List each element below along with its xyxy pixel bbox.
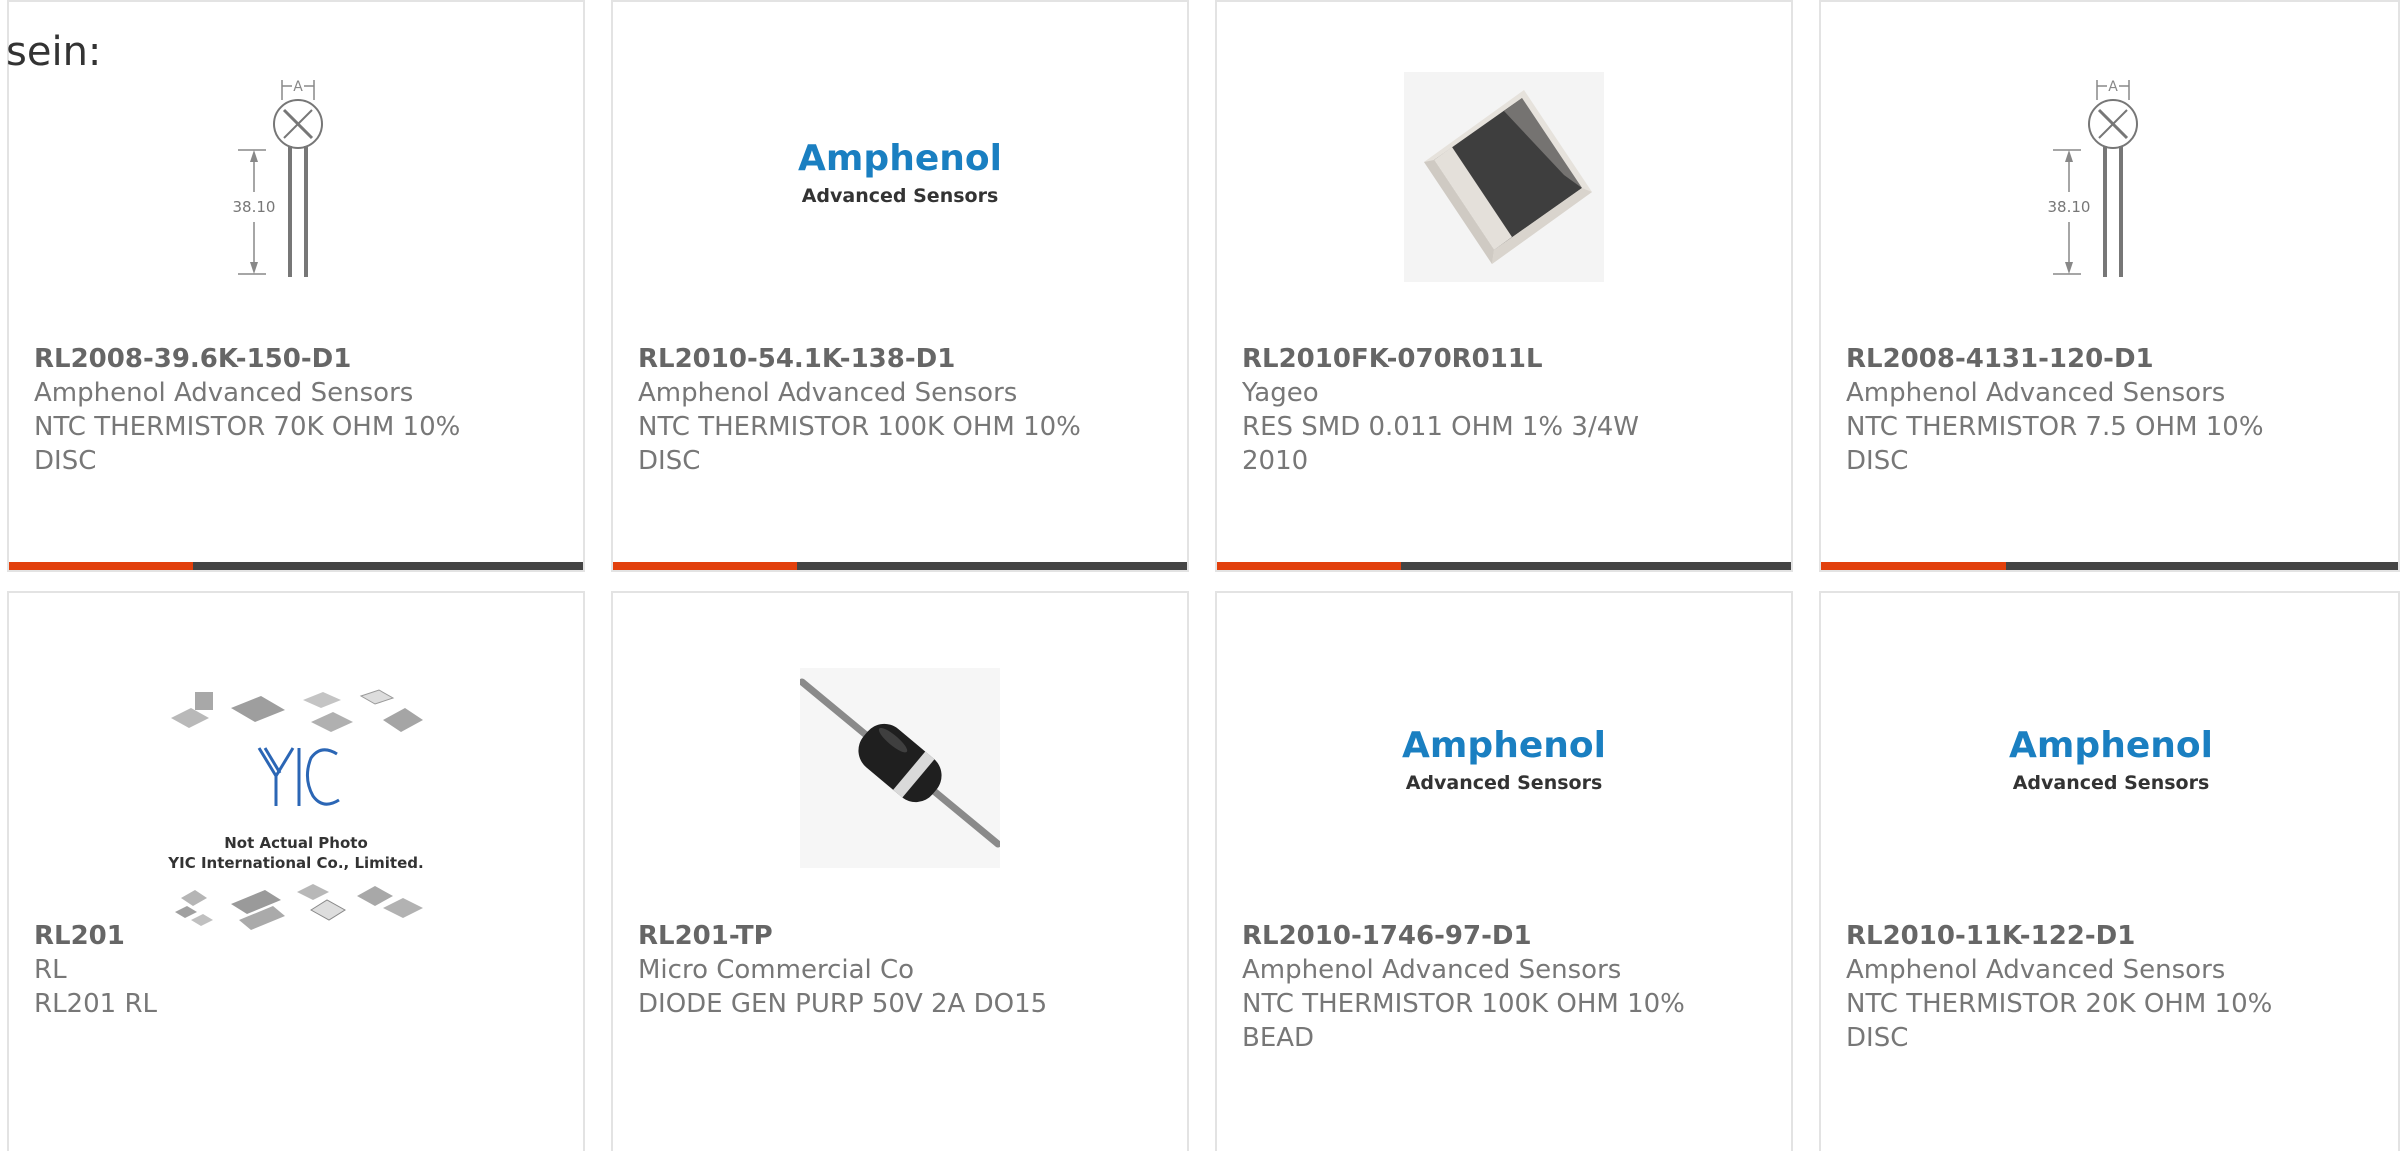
product-description: NTC THERMISTOR 100K OHM 10% DISC xyxy=(638,412,1081,476)
manufacturer-name: RL xyxy=(34,955,67,985)
axial-diode-icon xyxy=(800,668,1000,868)
svg-text:38.10: 38.10 xyxy=(2048,198,2091,216)
product-description: RL201 RL xyxy=(34,989,157,1019)
product-image xyxy=(613,593,1187,893)
manufacturer-name: Yageo xyxy=(1242,378,1319,408)
part-number-link[interactable]: RL201-TP xyxy=(638,919,1108,953)
product-info: RL2008-4131-120-D1 Amphenol Advanced Sen… xyxy=(1846,342,2316,478)
product-info: RL2010-1746-97-D1 Amphenol Advanced Sens… xyxy=(1242,919,1712,1055)
manufacturer-name: Amphenol Advanced Sensors xyxy=(1846,955,2226,985)
product-card[interactable]: RL2010FK-070R011L Yageo RES SMD 0.011 OH… xyxy=(1215,0,1793,572)
product-description: NTC THERMISTOR 100K OHM 10% BEAD xyxy=(1242,989,1685,1053)
svg-text:Advanced Sensors: Advanced Sensors xyxy=(802,185,999,207)
card-progress-bar xyxy=(613,562,1187,570)
manufacturer-name: Amphenol Advanced Sensors xyxy=(1242,955,1622,985)
product-card[interactable]: Not Actual Photo YIC International Co., … xyxy=(7,591,585,1151)
intro-text: sein: xyxy=(6,29,102,75)
product-description: DIODE GEN PURP 50V 2A DO15 xyxy=(638,989,1048,1019)
product-card[interactable]: Amphenol Advanced Sensors RL2010-54.1K-1… xyxy=(611,0,1189,572)
svg-text:A: A xyxy=(2108,79,2118,95)
product-card[interactable]: A 38.10 RL2008-39.6K-150-D1 Amphenol Adv… xyxy=(7,0,585,572)
product-description: NTC THERMISTOR 70K OHM 10% DISC xyxy=(34,412,461,476)
svg-text:Not Actual Photo: Not Actual Photo xyxy=(224,834,368,852)
svg-text:A: A xyxy=(293,79,303,95)
card-progress-fill xyxy=(9,562,193,570)
thermistor-drawing-icon: A 38.10 xyxy=(233,79,323,277)
product-grid-page: sein: A 38.10 RL2008-39.6K-150-D1 Amphen… xyxy=(0,0,2400,1151)
product-image xyxy=(1217,2,1791,302)
product-card[interactable]: Amphenol Advanced Sensors RL2010-1746-97… xyxy=(1215,591,1793,1151)
card-progress-fill xyxy=(1821,562,2006,570)
part-number-link[interactable]: RL201 xyxy=(34,919,504,953)
product-description: NTC THERMISTOR 20K OHM 10% DISC xyxy=(1846,989,2273,1053)
svg-text:Amphenol: Amphenol xyxy=(1402,725,1606,766)
product-image: Not Actual Photo YIC International Co., … xyxy=(9,593,583,930)
card-progress-fill xyxy=(613,562,797,570)
product-card[interactable]: A 38.10 RL2008-4131-120-D1 Amphenol Adva… xyxy=(1819,0,2400,572)
svg-text:Advanced Sensors: Advanced Sensors xyxy=(2013,772,2210,794)
product-description: RES SMD 0.011 OHM 1% 3/4W 2010 xyxy=(1242,412,1639,476)
part-number-link[interactable]: RL2008-4131-120-D1 xyxy=(1846,342,2316,376)
manufacturer-name: Amphenol Advanced Sensors xyxy=(34,378,414,408)
svg-text:Amphenol: Amphenol xyxy=(2009,725,2213,766)
product-info: RL2008-39.6K-150-D1 Amphenol Advanced Se… xyxy=(34,342,504,478)
product-description: NTC THERMISTOR 7.5 OHM 10% DISC xyxy=(1846,412,2264,476)
part-number-link[interactable]: RL2008-39.6K-150-D1 xyxy=(34,342,504,376)
part-number-link[interactable]: RL2010-54.1K-138-D1 xyxy=(638,342,1108,376)
manufacturer-name: Amphenol Advanced Sensors xyxy=(1846,378,2226,408)
part-number-link[interactable]: RL2010FK-070R011L xyxy=(1242,342,1712,376)
manufacturer-name: Micro Commercial Co xyxy=(638,955,915,985)
product-info: RL201 RL RL201 RL xyxy=(34,919,504,1021)
product-card[interactable]: Amphenol Advanced Sensors RL2010-11K-122… xyxy=(1819,591,2400,1151)
product-info: RL2010-54.1K-138-D1 Amphenol Advanced Se… xyxy=(638,342,1108,478)
smd-resistor-icon xyxy=(1404,72,1604,282)
svg-text:Advanced Sensors: Advanced Sensors xyxy=(1406,772,1603,794)
product-image: Amphenol Advanced Sensors xyxy=(1217,593,1791,893)
card-progress-bar xyxy=(9,562,583,570)
product-image: Amphenol Advanced Sensors xyxy=(613,2,1187,302)
amphenol-logo-icon: Amphenol Advanced Sensors xyxy=(2009,725,2213,794)
product-image: A 38.10 xyxy=(1821,2,2398,302)
svg-text:YIC International Co., Limited: YIC International Co., Limited. xyxy=(167,854,423,872)
part-number-link[interactable]: RL2010-11K-122-D1 xyxy=(1846,919,2316,953)
card-progress-bar xyxy=(1217,562,1791,570)
card-progress-fill xyxy=(1217,562,1401,570)
yic-placeholder-icon: Not Actual Photo YIC International Co., … xyxy=(167,689,424,930)
manufacturer-name: Amphenol Advanced Sensors xyxy=(638,378,1018,408)
product-info: RL201-TP Micro Commercial Co DIODE GEN P… xyxy=(638,919,1108,1021)
product-card[interactable]: RL201-TP Micro Commercial Co DIODE GEN P… xyxy=(611,591,1189,1151)
part-number-link[interactable]: RL2010-1746-97-D1 xyxy=(1242,919,1712,953)
product-image: Amphenol Advanced Sensors xyxy=(1821,593,2398,893)
product-info: RL2010FK-070R011L Yageo RES SMD 0.011 OH… xyxy=(1242,342,1712,478)
svg-text:Amphenol: Amphenol xyxy=(798,138,1002,179)
product-info: RL2010-11K-122-D1 Amphenol Advanced Sens… xyxy=(1846,919,2316,1055)
thermistor-drawing-icon: A 38.10 xyxy=(2048,79,2138,277)
amphenol-logo-icon: Amphenol Advanced Sensors xyxy=(1402,725,1606,794)
amphenol-logo-icon: Amphenol Advanced Sensors xyxy=(798,138,1002,207)
svg-text:38.10: 38.10 xyxy=(233,198,276,216)
card-progress-bar xyxy=(1821,562,2398,570)
